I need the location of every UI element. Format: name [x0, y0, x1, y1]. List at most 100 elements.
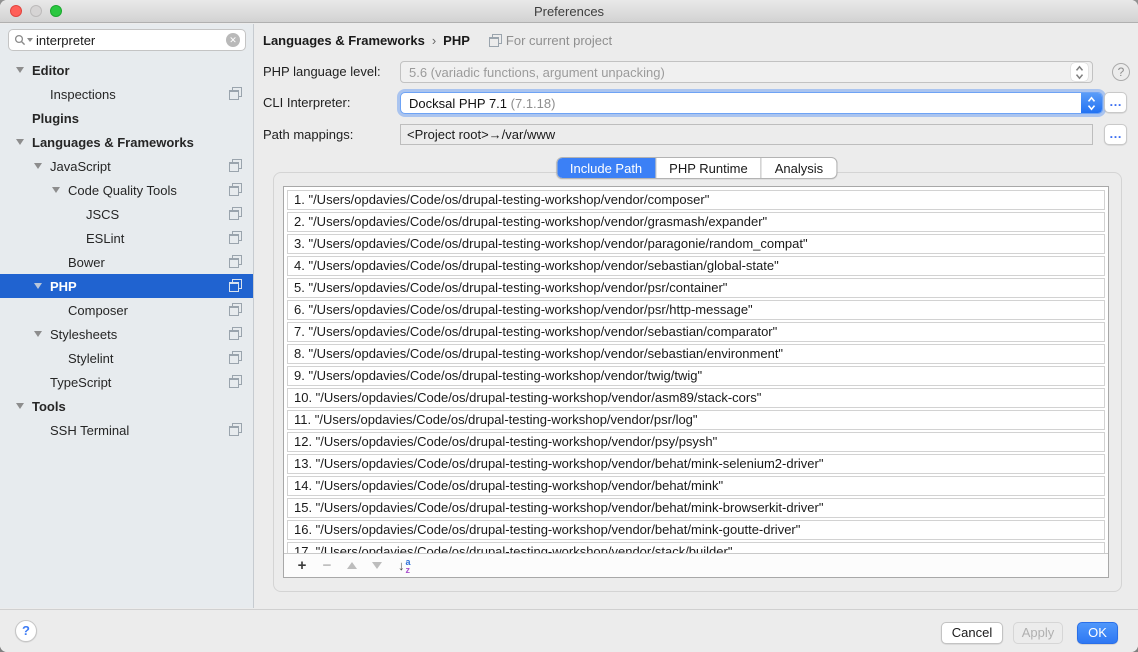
scope-note: For current project	[488, 33, 612, 48]
tree-item-composer[interactable]: Composer	[0, 298, 253, 322]
include-path-row[interactable]: 17. "/Users/opdavies/Code/os/drupal-test…	[287, 542, 1105, 553]
move-up-button[interactable]	[347, 562, 357, 569]
tree-item-label: Code Quality Tools	[68, 183, 177, 198]
tree-item-ssh-terminal[interactable]: SSH Terminal	[0, 418, 253, 442]
include-path-row[interactable]: 6. "/Users/opdavies/Code/os/drupal-testi…	[287, 300, 1105, 320]
expand-arrow-icon[interactable]	[34, 283, 42, 289]
minimize-window-button[interactable]	[30, 5, 42, 17]
include-path-row[interactable]: 13. "/Users/opdavies/Code/os/drupal-test…	[287, 454, 1105, 474]
include-path-row[interactable]: 1. "/Users/opdavies/Code/os/drupal-testi…	[287, 190, 1105, 210]
include-path-row[interactable]: 12. "/Users/opdavies/Code/os/drupal-test…	[287, 432, 1105, 452]
include-path-row[interactable]: 14. "/Users/opdavies/Code/os/drupal-test…	[287, 476, 1105, 496]
cli-interpreter-browse-button[interactable]: …	[1104, 92, 1127, 113]
ok-button[interactable]: OK	[1077, 622, 1118, 644]
per-project-settings-icon	[228, 87, 241, 100]
tree-item-typescript[interactable]: TypeScript	[0, 370, 253, 394]
tree-item-label: Stylesheets	[50, 327, 117, 342]
settings-search-field[interactable]: ✕	[8, 29, 246, 51]
clear-search-icon[interactable]: ✕	[226, 33, 240, 47]
per-project-settings-icon	[228, 327, 241, 340]
include-path-row[interactable]: 4. "/Users/opdavies/Code/os/drupal-testi…	[287, 256, 1105, 276]
tab-include-path[interactable]: Include Path	[557, 158, 655, 178]
include-path-row[interactable]: 16. "/Users/opdavies/Code/os/drupal-test…	[287, 520, 1105, 540]
breadcrumb-languages-frameworks[interactable]: Languages & Frameworks	[263, 33, 425, 48]
expand-arrow-icon[interactable]	[52, 187, 60, 193]
move-down-button[interactable]	[372, 562, 382, 569]
tree-item-label: Tools	[32, 399, 66, 414]
per-project-settings-icon	[228, 279, 241, 292]
tree-item-inspections[interactable]: Inspections	[0, 82, 253, 106]
cli-interpreter-value: Docksal PHP 7.1	[409, 96, 507, 111]
per-project-settings-icon	[228, 375, 241, 388]
tree-item-bower[interactable]: Bower	[0, 250, 253, 274]
close-window-button[interactable]	[10, 5, 22, 17]
tree-item-label: Inspections	[50, 87, 116, 102]
tree-item-label: ESLint	[86, 231, 124, 246]
tab-analysis[interactable]: Analysis	[761, 158, 836, 178]
tree-item-label: Composer	[68, 303, 128, 318]
tree-item-jscs[interactable]: JSCS	[0, 202, 253, 226]
expand-arrow-icon[interactable]	[34, 163, 42, 169]
zoom-window-button[interactable]	[50, 5, 62, 17]
language-level-value: 5.6 (variadic functions, argument unpack…	[409, 65, 1071, 80]
per-project-settings-icon	[228, 159, 241, 172]
add-path-button[interactable]: +	[294, 557, 310, 574]
preferences-window: Preferences ✕ Editor Inspections Plugins La…	[0, 0, 1138, 652]
tree-item-label: TypeScript	[50, 375, 111, 390]
include-path-row[interactable]: 10. "/Users/opdavies/Code/os/drupal-test…	[287, 388, 1105, 408]
select-stepper-icon[interactable]	[1071, 63, 1088, 81]
per-project-settings-icon	[228, 351, 241, 364]
tree-item-label: PHP	[50, 279, 77, 294]
cancel-button[interactable]: Cancel	[941, 622, 1003, 644]
search-icon[interactable]	[14, 34, 33, 46]
tree-item-plugins[interactable]: Plugins	[0, 106, 253, 130]
per-project-settings-icon	[228, 303, 241, 316]
tree-item-php[interactable]: PHP	[0, 274, 253, 298]
tab-php-runtime[interactable]: PHP Runtime	[655, 158, 761, 178]
path-mappings-field[interactable]: <Project root>→/var/www	[400, 124, 1093, 145]
context-help-icon[interactable]: ?	[1112, 63, 1130, 81]
expand-arrow-icon[interactable]	[16, 139, 24, 145]
cli-interpreter-select[interactable]: Docksal PHP 7.1 (7.1.18)	[400, 92, 1103, 114]
include-path-row[interactable]: 7. "/Users/opdavies/Code/os/drupal-testi…	[287, 322, 1105, 342]
search-input[interactable]	[33, 33, 226, 48]
expand-arrow-icon[interactable]	[34, 331, 42, 337]
tree-item-code-quality-tools[interactable]: Code Quality Tools	[0, 178, 253, 202]
combo-stepper-icon[interactable]	[1081, 93, 1102, 113]
tree-item-javascript[interactable]: JavaScript	[0, 154, 253, 178]
per-project-settings-icon	[488, 34, 501, 47]
settings-tree: Editor Inspections Plugins Languages & Fram…	[0, 58, 253, 442]
path-mappings-browse-button[interactable]: …	[1104, 124, 1127, 145]
tree-item-editor[interactable]: Editor	[0, 58, 253, 82]
path-mappings-label: Path mappings:	[263, 124, 353, 146]
include-path-rows: 1. "/Users/opdavies/Code/os/drupal-testi…	[284, 187, 1108, 553]
apply-button[interactable]: Apply	[1013, 622, 1063, 644]
tree-item-stylelint[interactable]: Stylelint	[0, 346, 253, 370]
tree-item-languages-frameworks[interactable]: Languages & Frameworks	[0, 130, 253, 154]
window-title: Preferences	[534, 4, 604, 19]
scope-note-label: For current project	[506, 33, 612, 48]
remove-path-button[interactable]: −	[319, 557, 335, 574]
include-path-row[interactable]: 15. "/Users/opdavies/Code/os/drupal-test…	[287, 498, 1105, 518]
tree-item-label: Editor	[32, 63, 70, 78]
include-path-row[interactable]: 5. "/Users/opdavies/Code/os/drupal-testi…	[287, 278, 1105, 298]
include-path-toolbar: + − ↓ az	[284, 553, 1108, 577]
tree-item-tools[interactable]: Tools	[0, 394, 253, 418]
tree-item-stylesheets[interactable]: Stylesheets	[0, 322, 253, 346]
expand-arrow-icon[interactable]	[16, 403, 24, 409]
include-path-row[interactable]: 8. "/Users/opdavies/Code/os/drupal-testi…	[287, 344, 1105, 364]
language-level-select[interactable]: 5.6 (variadic functions, argument unpack…	[400, 61, 1093, 83]
include-path-row[interactable]: 11. "/Users/opdavies/Code/os/drupal-test…	[287, 410, 1105, 430]
language-level-label: PHP language level:	[263, 61, 381, 83]
expand-arrow-icon[interactable]	[16, 67, 24, 73]
sort-alphabetically-button[interactable]: ↓ az	[398, 558, 411, 574]
include-path-row[interactable]: 2. "/Users/opdavies/Code/os/drupal-testi…	[287, 212, 1105, 232]
help-button[interactable]: ?	[15, 620, 37, 642]
tree-item-label: Plugins	[32, 111, 79, 126]
breadcrumb-php: PHP	[443, 33, 470, 48]
title-bar[interactable]: Preferences	[0, 0, 1138, 23]
include-path-row[interactable]: 3. "/Users/opdavies/Code/os/drupal-testi…	[287, 234, 1105, 254]
tree-item-eslint[interactable]: ESLint	[0, 226, 253, 250]
tree-item-label: SSH Terminal	[50, 423, 129, 438]
include-path-row[interactable]: 9. "/Users/opdavies/Code/os/drupal-testi…	[287, 366, 1105, 386]
